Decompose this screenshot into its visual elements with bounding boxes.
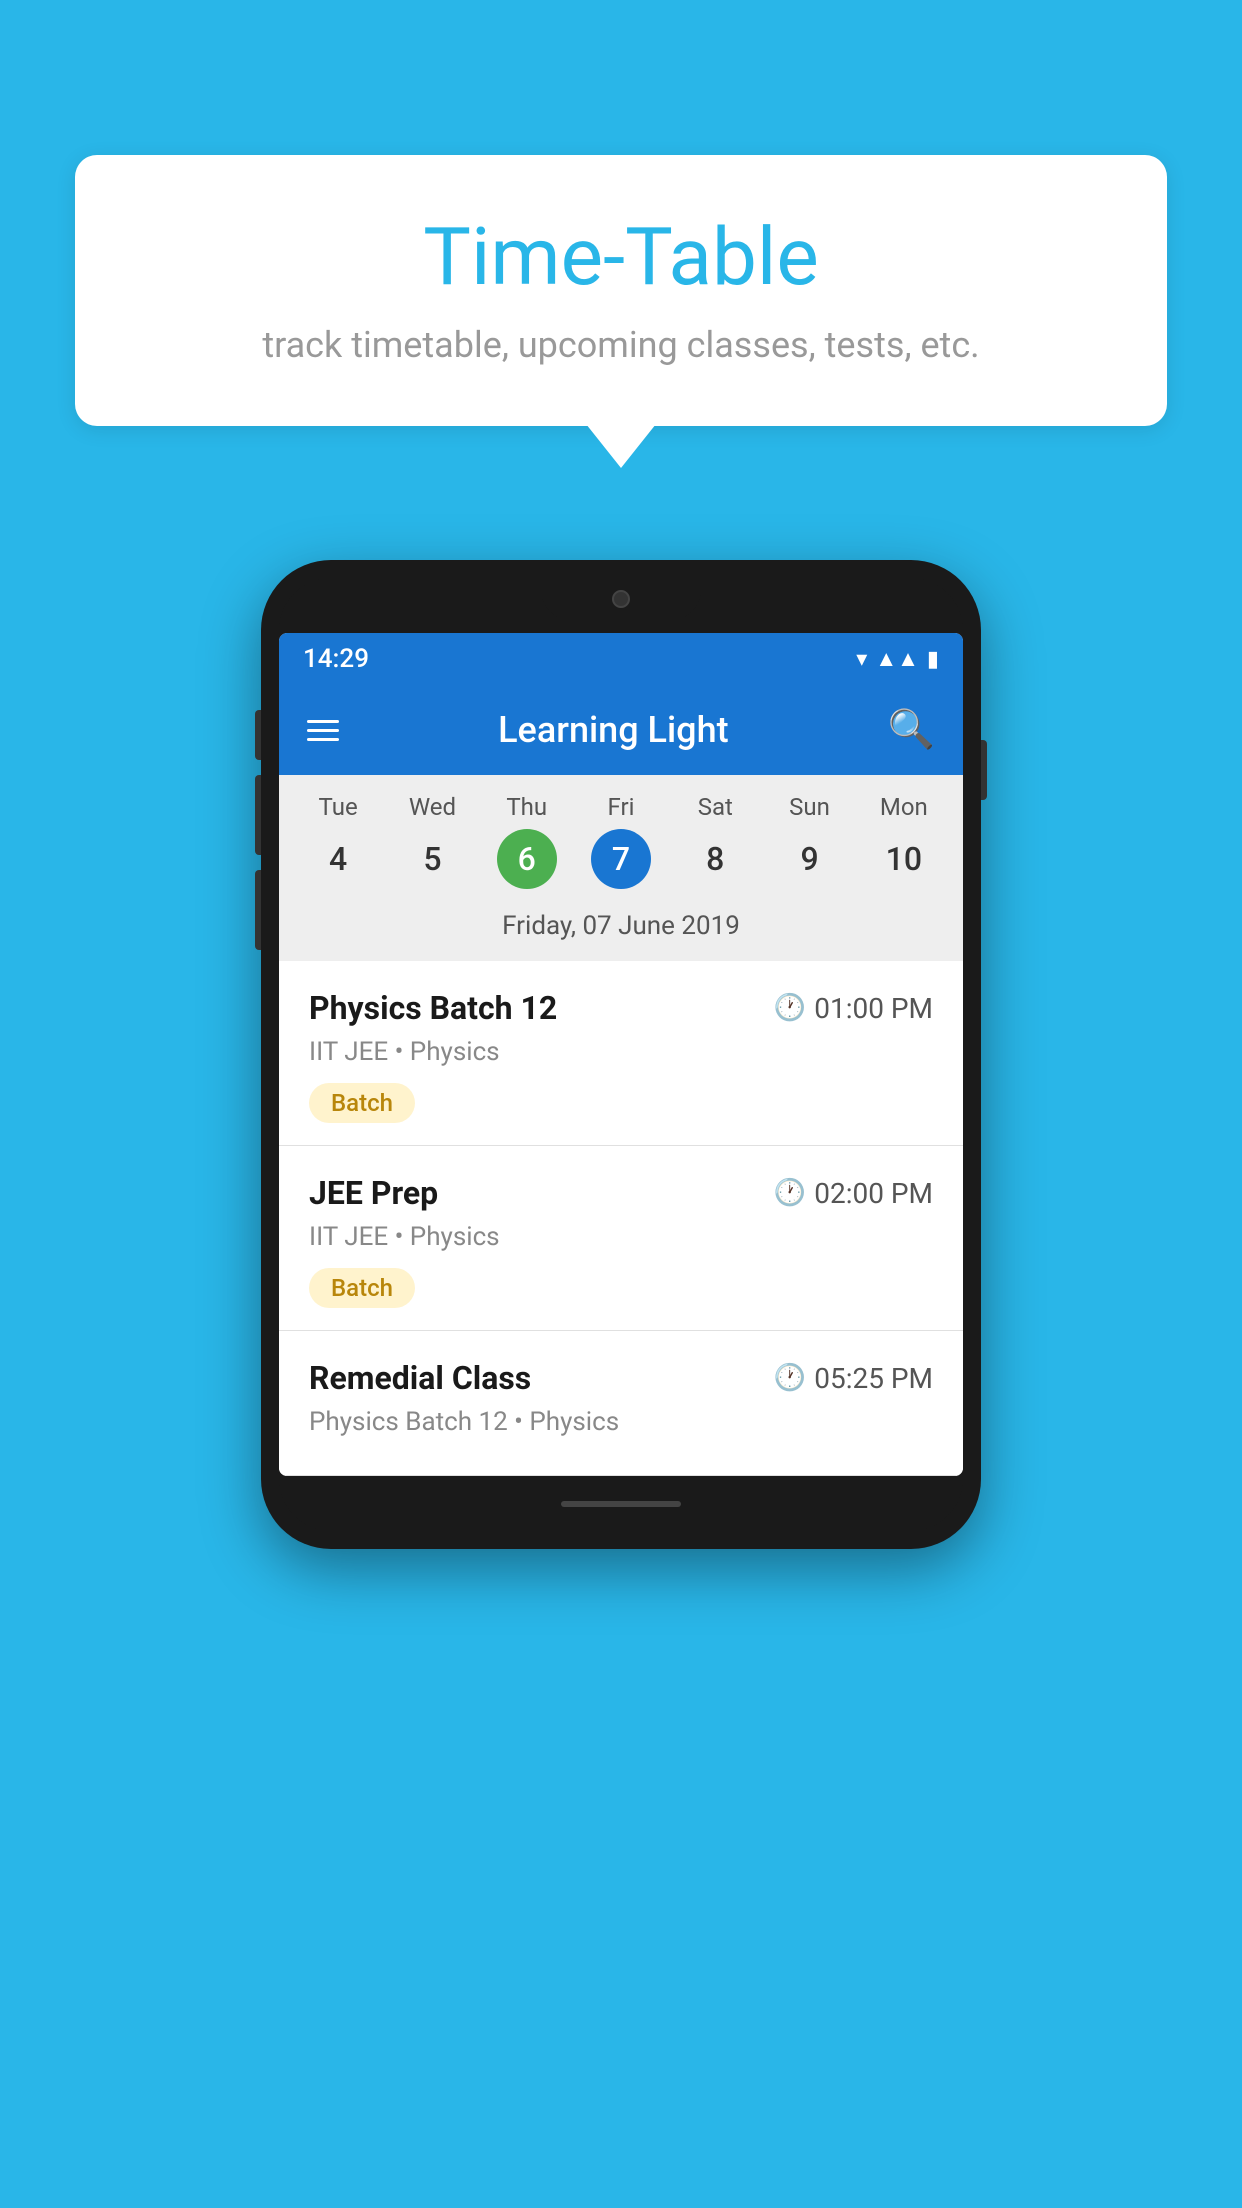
volume-down-button <box>255 870 261 950</box>
day-name: Fri <box>608 793 635 821</box>
days-row: Tue 4 Wed 5 Thu 6 Fri 7 Sat 8 Sun 9 Mon 10 <box>279 793 963 889</box>
status-bar: 14:29 ▾ ▲▲ ▮ <box>279 633 963 685</box>
class-subject: IIT JEE • Physics <box>309 1222 933 1252</box>
class-item[interactable]: Remedial Class 🕐 05:25 PM Physics Batch 12… <box>279 1331 963 1476</box>
app-bar-title: Learning Light <box>498 709 728 751</box>
day-number[interactable]: 6 <box>497 829 557 889</box>
app-bar: Learning Light 🔍 <box>279 685 963 775</box>
bubble-title: Time-Table <box>135 210 1107 304</box>
class-subject: IIT JEE • Physics <box>309 1037 933 1067</box>
class-list: Physics Batch 12 🕐 01:00 PM IIT JEE • Phys… <box>279 961 963 1476</box>
day-col-mon[interactable]: Mon 10 <box>861 793 946 889</box>
day-col-wed[interactable]: Wed 5 <box>390 793 475 889</box>
clock-icon: 🕐 <box>774 1363 806 1393</box>
day-col-thu[interactable]: Thu 6 <box>484 793 569 889</box>
day-col-sun[interactable]: Sun 9 <box>767 793 852 889</box>
class-header: Physics Batch 12 🕐 01:00 PM <box>309 989 933 1027</box>
day-number[interactable]: 10 <box>874 829 934 889</box>
speech-bubble-container: Time-Table track timetable, upcoming cla… <box>75 155 1167 426</box>
status-time: 14:29 <box>303 644 369 674</box>
day-col-sat[interactable]: Sat 8 <box>673 793 758 889</box>
wifi-icon: ▾ <box>856 647 867 672</box>
power-button <box>981 740 987 800</box>
signal-icon: ▲▲ <box>875 646 919 672</box>
batch-badge: Batch <box>309 1268 415 1308</box>
phone-bottom-bar <box>279 1476 963 1531</box>
clock-icon: 🕐 <box>774 993 806 1023</box>
class-time: 🕐 02:00 PM <box>774 1177 933 1210</box>
class-header: Remedial Class 🕐 05:25 PM <box>309 1359 933 1397</box>
day-name: Wed <box>409 793 456 821</box>
day-number[interactable]: 9 <box>780 829 840 889</box>
day-name: Thu <box>506 793 547 821</box>
batch-badge: Batch <box>309 1083 415 1123</box>
home-indicator <box>561 1501 681 1507</box>
class-name: JEE Prep <box>309 1174 438 1212</box>
class-item[interactable]: Physics Batch 12 🕐 01:00 PM IIT JEE • Phys… <box>279 961 963 1146</box>
status-icons: ▾ ▲▲ ▮ <box>856 646 939 672</box>
search-icon[interactable]: 🔍 <box>888 708 935 752</box>
phone-mockup: 14:29 ▾ ▲▲ ▮ Learning Light 🔍 Tue 4 <box>261 560 981 1549</box>
class-header: JEE Prep 🕐 02:00 PM <box>309 1174 933 1212</box>
day-name: Sun <box>789 793 830 821</box>
battery-icon: ▮ <box>927 647 939 672</box>
day-name: Sat <box>698 793 733 821</box>
day-name: Mon <box>880 793 928 821</box>
class-name: Physics Batch 12 <box>309 989 557 1027</box>
day-number[interactable]: 5 <box>402 829 462 889</box>
phone-outer: 14:29 ▾ ▲▲ ▮ Learning Light 🔍 Tue 4 <box>261 560 981 1549</box>
silent-button <box>255 710 261 760</box>
selected-date: Friday, 07 June 2019 <box>279 897 963 951</box>
day-number[interactable]: 7 <box>591 829 651 889</box>
class-time: 🕐 01:00 PM <box>774 992 933 1025</box>
day-col-tue[interactable]: Tue 4 <box>296 793 381 889</box>
phone-screen: 14:29 ▾ ▲▲ ▮ Learning Light 🔍 Tue 4 <box>279 633 963 1476</box>
class-subject: Physics Batch 12 • Physics <box>309 1407 933 1437</box>
calendar-strip: Tue 4 Wed 5 Thu 6 Fri 7 Sat 8 Sun 9 Mon 10 Friday, 07… <box>279 775 963 961</box>
speech-bubble: Time-Table track timetable, upcoming cla… <box>75 155 1167 426</box>
day-number[interactable]: 8 <box>685 829 745 889</box>
volume-up-button <box>255 775 261 855</box>
class-time: 🕐 05:25 PM <box>774 1362 933 1395</box>
bubble-subtitle: track timetable, upcoming classes, tests… <box>135 324 1107 366</box>
camera <box>612 590 630 608</box>
class-item[interactable]: JEE Prep 🕐 02:00 PM IIT JEE • Physics Batch <box>279 1146 963 1331</box>
clock-icon: 🕐 <box>774 1178 806 1208</box>
phone-top-bar <box>279 578 963 633</box>
day-number[interactable]: 4 <box>308 829 368 889</box>
notch <box>541 578 701 620</box>
class-name: Remedial Class <box>309 1359 531 1397</box>
day-name: Tue <box>319 793 358 821</box>
hamburger-menu[interactable] <box>307 720 339 741</box>
day-col-fri[interactable]: Fri 7 <box>578 793 663 889</box>
